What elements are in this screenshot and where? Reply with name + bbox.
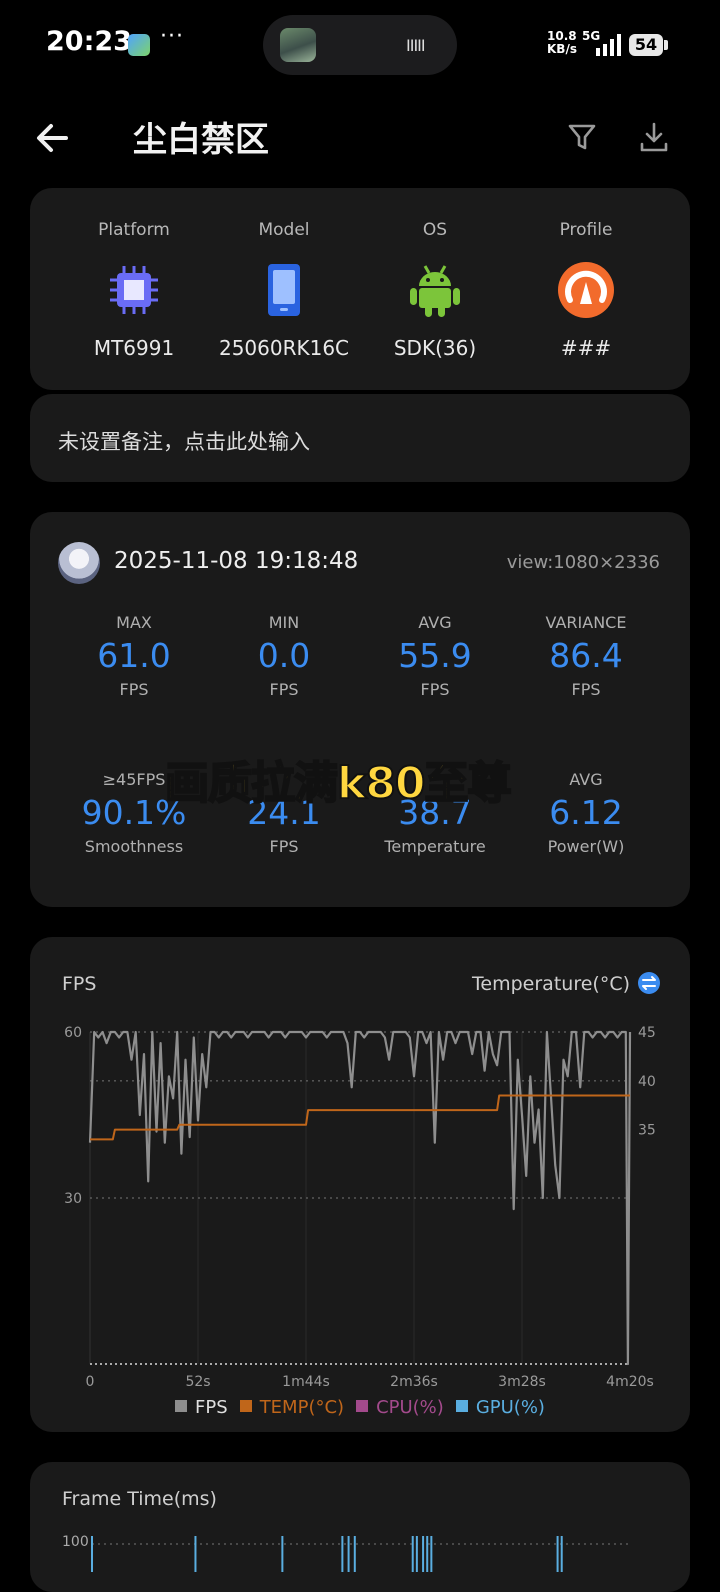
y-right-tick-label: 45 (638, 1025, 656, 1041)
metric-label: AVG (569, 770, 603, 789)
legend-label: GPU(%) (475, 1397, 545, 1418)
metric-value: 55.9 (398, 636, 472, 675)
gauge-icon (558, 262, 614, 318)
x-tick-label: 0 (86, 1374, 95, 1390)
battery-icon: 54 (629, 34, 663, 56)
x-tick-label: 4m20s (606, 1374, 654, 1390)
device-value: ### (560, 336, 612, 360)
device-value: SDK(36) (393, 336, 477, 360)
device-value: 25060RK16C (218, 336, 350, 360)
metric-label: VARIANCE (545, 613, 627, 632)
metric-min: MIN 0.0 FPS (209, 613, 359, 699)
legend-item[interactable]: GPU(%) (455, 1397, 545, 1418)
legend-swatch (356, 1400, 369, 1412)
device-os: OS SDK(36) (360, 188, 510, 390)
metric-unit: Smoothness (84, 837, 184, 856)
frametime-title: Frame Time(ms) (62, 1488, 217, 1510)
chart-legend: FPS TEMP(°C) CPU(%) GPU(%) (30, 1397, 690, 1418)
metric-value: 0.0 (257, 636, 311, 675)
metric-value: 6.12 (549, 793, 623, 832)
stats-card: 2025-11-08 19:18:48 view:1080×2336 MAX 6… (30, 512, 690, 907)
metric-unit: Power(W) (547, 837, 625, 856)
device-platform: Platform MT6991 (59, 188, 209, 390)
metric-unit: FPS (269, 680, 299, 699)
x-tick-label: 2m36s (390, 1374, 438, 1390)
record-datetime: 2025-11-08 19:18:48 (114, 548, 359, 574)
metric-unit: FPS (269, 837, 299, 856)
chip-icon (110, 266, 158, 314)
device-profile: Profile ### (511, 188, 661, 390)
status-time: 20:23 (46, 26, 132, 57)
y-right-tick-label: 40 (638, 1074, 656, 1090)
legend-swatch (239, 1400, 252, 1412)
back-arrow-icon[interactable] (30, 115, 76, 161)
x-tick-label: 1m44s (282, 1374, 330, 1390)
frametime-chart-card: Frame Time(ms) 100 (30, 1462, 690, 1592)
device-value: MT6991 (93, 336, 175, 360)
more-notifications-icon: ··· (160, 24, 184, 49)
network-speed: 10.8 KB/s (547, 29, 577, 56)
phone-icon (268, 264, 300, 316)
metric-avg: AVG 55.9 FPS (360, 613, 510, 699)
metric-max: MAX 61.0 FPS (59, 613, 209, 699)
x-tick-label: 52s (185, 1374, 210, 1390)
note-input[interactable]: 未设置备注，点击此处输入 (30, 394, 690, 482)
metric-unit: FPS (119, 680, 149, 699)
legend-label: CPU(%) (376, 1397, 444, 1418)
y-left-tick-label: 60 (64, 1025, 82, 1041)
metric-value: 61.0 (97, 636, 171, 675)
metric-label: MAX (116, 613, 152, 632)
metric-unit: Temperature (384, 837, 486, 856)
gallery-app-icon (128, 34, 150, 56)
download-icon[interactable] (635, 118, 673, 156)
metric-value: 86.4 (549, 636, 623, 675)
chart-right-title: Temperature(°C) (472, 973, 630, 995)
note-placeholder: 未设置备注，点击此处输入 (58, 430, 310, 454)
device-label: Model (258, 220, 310, 240)
chart-left-title: FPS (62, 973, 97, 995)
signal-icon (596, 34, 621, 56)
metric-unit: FPS (420, 680, 450, 699)
android-icon (410, 265, 460, 317)
legend-label: TEMP(°C) (259, 1397, 345, 1418)
legend-swatch (455, 1400, 468, 1412)
audio-bars-icon: IIIII (406, 36, 426, 55)
series-line-tempc (90, 1094, 630, 1141)
device-label: Platform (98, 220, 170, 240)
overlay-caption: 画质拉满k80至尊 (164, 757, 512, 810)
metric-variance: VARIANCE 86.4 FPS (511, 613, 661, 699)
device-model: Model 25060RK16C (209, 188, 359, 390)
axis-switch-icon[interactable] (638, 972, 660, 994)
metric-label: AVG (418, 613, 452, 632)
device-label: OS (422, 220, 448, 240)
legend-label: FPS (195, 1397, 228, 1418)
metric-power: AVG 6.12 Power(W) (511, 770, 661, 856)
record-view-size: view:1080×2336 (506, 552, 660, 573)
avatar (58, 542, 100, 584)
fps-chart-card: FPS Temperature(°C) 0 52s 1m44s 2m36s 3m28s 4… (30, 937, 690, 1432)
battery-tip (664, 40, 668, 50)
device-info-card: Platform MT6991 Model 25060RK16C OS SDK(… (30, 188, 690, 390)
y-left-tick-label: 30 (64, 1191, 82, 1207)
y-right-tick-label: 35 (638, 1123, 656, 1139)
fps-chart: 0 52s 1m44s 2m36s 3m28s 4m20s 60 30 45 40 35 (64, 1025, 656, 1390)
x-tick-label: 3m28s (498, 1374, 546, 1390)
island-thumbnail (280, 28, 316, 62)
legend-item[interactable]: FPS (175, 1397, 228, 1418)
frametime-chart (91, 1536, 630, 1572)
device-label: Profile (559, 220, 613, 240)
legend-swatch (175, 1400, 188, 1412)
page-title: 尘白禁区 (133, 120, 269, 160)
metric-unit: FPS (571, 680, 601, 699)
legend-item[interactable]: TEMP(°C) (239, 1397, 345, 1418)
legend-item[interactable]: CPU(%) (356, 1397, 444, 1418)
filter-icon[interactable] (563, 118, 601, 156)
metric-label: MIN (268, 613, 300, 632)
